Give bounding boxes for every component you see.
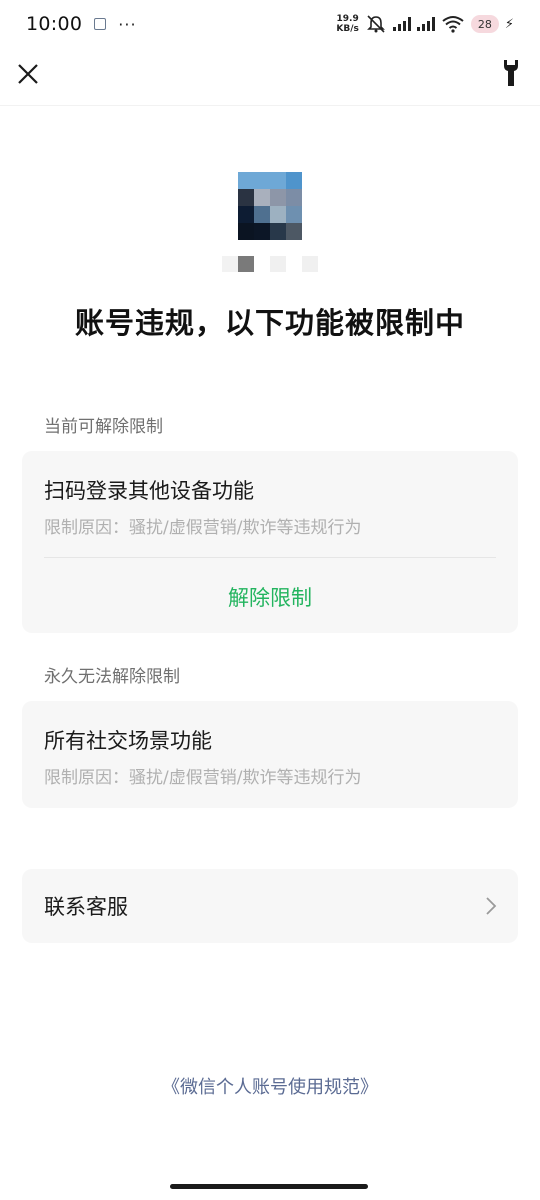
wrench-icon[interactable] [502, 58, 520, 88]
signal-icon-2 [416, 17, 435, 31]
page-title: 账号违规，以下功能被限制中 [74, 306, 465, 340]
charging-icon: ⚡ [504, 16, 514, 32]
more-notifications-icon: ··· [118, 14, 137, 34]
battery-indicator: 28 [470, 15, 499, 33]
card-divider [44, 557, 496, 558]
home-indicator[interactable] [170, 1184, 368, 1189]
lift-restriction-button[interactable]: 解除限制 [22, 582, 518, 612]
wifi-icon [442, 16, 464, 33]
restricted-feature-title: 所有社交场景功能 [44, 729, 212, 753]
section-label-permanent: 永久无法解除限制 [44, 667, 180, 687]
chevron-right-icon [486, 897, 497, 915]
notification-icon [94, 18, 107, 30]
contact-service-label: 联系客服 [44, 895, 128, 919]
permanent-restriction-card: 所有社交场景功能 限制原因：骚扰/虚假营销/欺诈等违规行为 [22, 701, 518, 808]
restriction-reason: 限制原因：骚扰/虚假营销/欺诈等违规行为 [44, 518, 362, 538]
status-left: 10:00 ··· [26, 13, 137, 35]
status-time: 10:00 [26, 13, 83, 35]
status-bar: 10:00 ··· 19.9 KB/s 28 ⚡ [0, 0, 540, 48]
restriction-reason: 限制原因：骚扰/虚假营销/欺诈等违规行为 [44, 768, 362, 788]
signal-icon-1 [392, 17, 411, 31]
mute-bell-icon [366, 15, 385, 33]
contact-service-row[interactable]: 联系客服 [22, 869, 518, 943]
network-speed: 19.9 KB/s [336, 14, 358, 34]
status-right: 19.9 KB/s 28 ⚡ [336, 14, 514, 34]
section-label-removable: 当前可解除限制 [44, 417, 163, 437]
removable-restriction-card: 扫码登录其他设备功能 限制原因：骚扰/虚假营销/欺诈等违规行为 解除限制 [22, 451, 518, 633]
nav-bar [0, 48, 540, 106]
close-icon[interactable] [14, 60, 42, 88]
policy-link[interactable]: 《微信个人账号使用规范》 [0, 1073, 540, 1099]
avatar [238, 172, 302, 240]
restricted-feature-title: 扫码登录其他设备功能 [44, 479, 254, 503]
nickname-mosaic [222, 256, 318, 272]
network-speed-unit: KB/s [336, 24, 359, 34]
network-speed-value: 19.9 [336, 14, 359, 24]
